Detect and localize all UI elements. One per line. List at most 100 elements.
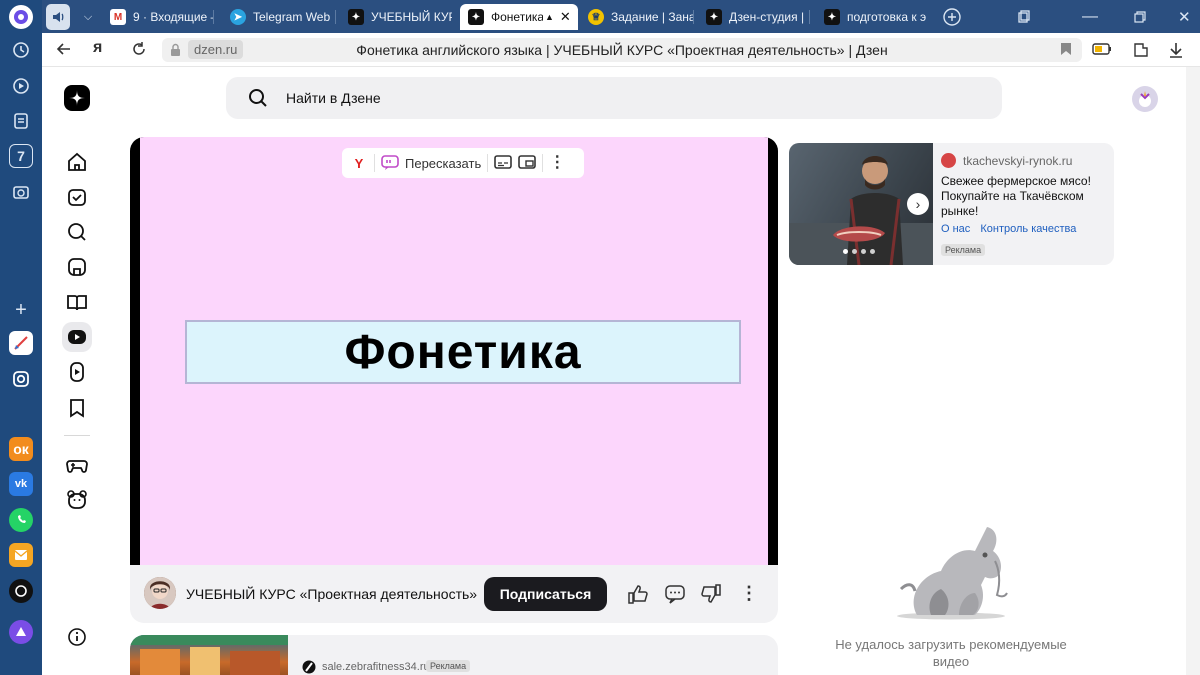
picture-in-picture-icon[interactable] [518,154,537,173]
scrollbar[interactable] [1186,67,1200,675]
chevron-down-icon: ⌵ [83,10,93,23]
tab-telegram[interactable]: ➤ Telegram Web [230,4,336,30]
whatsapp-icon[interactable] [9,508,33,532]
home-icon [68,152,86,171]
yandex-icon[interactable]: я [93,39,102,57]
app-shortcut-icon[interactable] [9,331,33,355]
add-panel-icon[interactable]: + [9,298,33,322]
plus-icon [943,8,961,26]
download-icon[interactable] [1168,41,1184,64]
nav-home[interactable] [62,147,92,177]
studio-icon [68,258,86,276]
ad-domain: sale.zebrafitness34.ru [322,661,430,673]
like-icon[interactable] [627,583,649,605]
new-tab-button[interactable] [942,4,962,30]
alice-assistant-icon[interactable] [9,620,33,644]
maximize-button[interactable] [1134,4,1150,30]
minimize-button[interactable]: — [1082,4,1098,30]
gmail-icon: M [110,9,126,25]
vk-icon[interactable]: vk [9,472,33,496]
tab-dzen-studio[interactable]: ✦ Дзен-студия | [706,4,810,30]
ad-card-fitness[interactable]: sale.zebrafitness34.ru Реклама [130,635,778,675]
tab-zadanie[interactable]: ♕ Задание | Зана [588,4,694,30]
slide-title: Фонетика [185,320,741,384]
dzen-icon: ✦ [468,9,484,25]
search-input[interactable]: Найти в Дзене [226,77,1002,119]
user-avatar[interactable] [1132,86,1158,112]
page-title: Фонетика английского языка | УЧЕБНЫЙ КУР… [356,42,888,58]
nav-bookmarks[interactable] [62,393,92,423]
chevron-right-icon: › [915,196,921,212]
telegram-icon: ➤ [230,9,246,25]
url-field[interactable]: dzen.ru Фонетика английского языка | УЧЕ… [162,38,1082,62]
yandex-logo-icon: Y [354,155,364,171]
more-options-icon[interactable]: ⋮ [740,583,762,605]
nav-studio[interactable] [62,252,92,282]
nav-games[interactable] [62,450,92,480]
nav-articles[interactable] [62,287,92,317]
odnoklassniki-icon[interactable]: ок [9,437,33,461]
dog-illustration [897,527,1008,620]
channel-name[interactable]: УЧЕБНЫЙ КУРС «Проектная деятельность» [186,586,477,602]
ad-link-about[interactable]: О нас [941,223,970,235]
video-frame: Y Пересказать ⋮ Фонетика [140,137,768,565]
screenshot-icon[interactable] [9,180,33,204]
ad-text: Свежее фермерское мясо! Покупайте на Тка… [941,174,1091,218]
nav-search[interactable] [62,217,92,247]
retell-button[interactable]: Пересказать [381,155,481,171]
nav-subscriptions[interactable] [62,182,92,212]
tab-fonetika[interactable]: ✦ Фонетика ▲ ✕ [460,4,578,30]
notes-icon[interactable] [9,109,33,133]
comment-icon[interactable] [664,583,686,605]
nav-video[interactable] [62,322,92,352]
tab-list-button[interactable]: ⌵ [75,4,101,30]
ad-links: О нас Контроль качества [941,223,1083,235]
tab-strip: ⌵ M 9 · Входящие – ➤ Telegram Web ✦ УЧЕБ… [42,0,1200,33]
carousel-next-button[interactable]: › [907,193,929,215]
ad-link-quality[interactable]: Контроль качества [980,223,1076,235]
back-icon[interactable] [56,41,72,62]
more-options-icon[interactable]: ⋮ [549,155,565,171]
dzen-icon: ✦ [824,9,840,25]
subscribe-button[interactable]: Подписаться [484,577,607,611]
search-icon [68,223,86,241]
messenger-icon[interactable] [9,579,33,603]
emblem-icon: ♕ [588,9,604,25]
speaker-icon [53,12,64,22]
history-icon[interactable] [9,38,33,62]
alice-icon[interactable] [9,5,33,29]
bear-icon [67,490,87,509]
tab-gmail[interactable]: M 9 · Входящие – [110,4,214,30]
collections-icon[interactable] [1017,4,1033,30]
music-icon[interactable] [9,74,33,98]
nav-shorts[interactable] [62,357,92,387]
close-window-button[interactable]: ✕ [1178,4,1194,30]
instagram-icon[interactable] [9,367,33,391]
tab-podgotovka[interactable]: ✦ подготовка к э [824,4,938,30]
nav-info[interactable] [62,622,92,652]
unicorn-avatar-icon [1139,91,1151,107]
ad-card-meat[interactable]: › tkachevskyi-rynok.ru Свежее фермерское… [789,143,1114,265]
video-icon [68,330,86,344]
video-player[interactable]: Y Пересказать ⋮ Фонетика [130,137,778,565]
calendar-icon[interactable]: 7 [9,144,33,168]
browser-side-panel: 7 + ок vk [0,0,42,675]
bookmark-icon[interactable] [1060,42,1072,61]
mail-icon[interactable] [9,543,33,567]
nav-kids[interactable] [62,485,92,515]
tab-audio[interactable] [46,4,70,30]
dzen-logo[interactable] [64,85,90,111]
battery-saver-icon[interactable] [1092,42,1112,61]
dislike-icon[interactable] [700,583,722,605]
ad-site[interactable]: tkachevskyi-rynok.ru [963,154,1072,168]
retell-label: Пересказать [405,155,482,171]
recommendations-error: Не удалось загрузить рекомендуемые видео [835,637,1067,669]
subtitles-icon[interactable] [494,154,513,173]
tab-course[interactable]: ✦ УЧЕБНЫЙ КУР [348,4,452,30]
retell-icon [381,155,399,170]
close-icon[interactable]: ✕ [560,9,571,25]
channel-avatar[interactable] [144,577,176,609]
reload-icon[interactable] [131,41,147,62]
extensions-icon[interactable] [1132,41,1150,64]
channel-bar: УЧЕБНЫЙ КУРС «Проектная деятельность» По… [130,565,778,623]
